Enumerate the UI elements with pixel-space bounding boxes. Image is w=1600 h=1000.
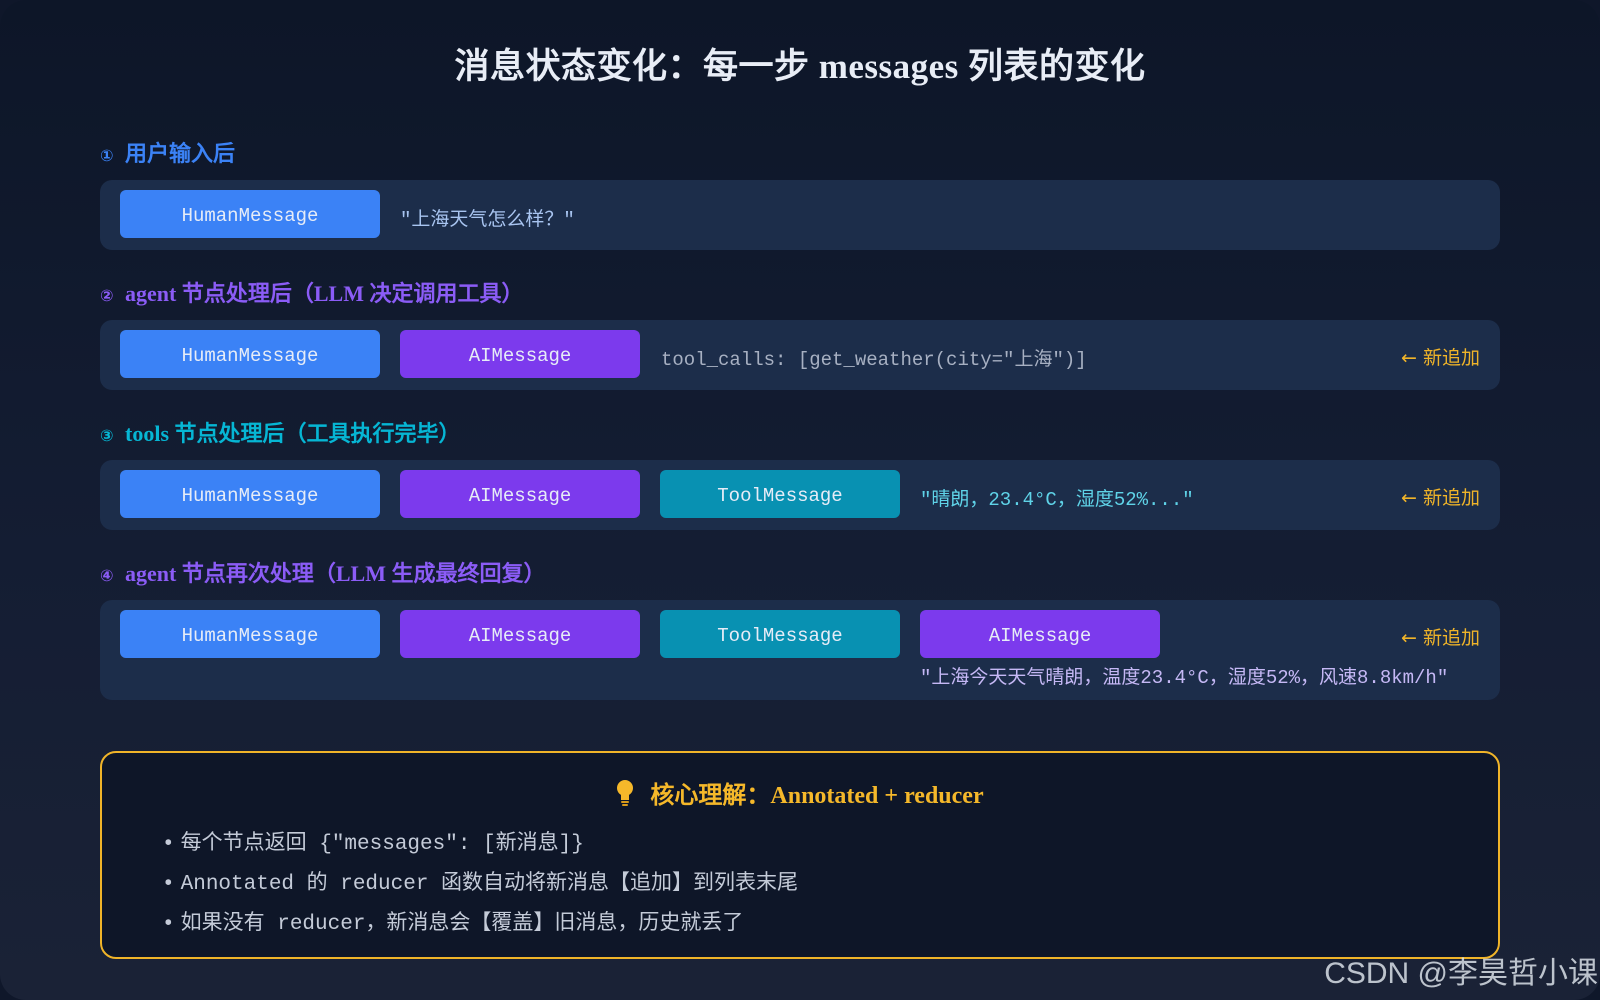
core-bullet-1: • 每个节点返回 {"messages": [新消息]} (162, 833, 584, 856)
step-3-number: ③ (100, 426, 114, 445)
step-1-panel: HumanMessage "上海天气怎么样？" (100, 180, 1500, 250)
core-title: 核心理解：Annotated + reducer (102, 775, 1498, 810)
step-4-note: "上海今天天气晴朗，温度23.4°C，湿度52%，风速8.8km/h" (920, 667, 1449, 689)
step-3-panel: HumanMessage AIMessage ToolMessage "晴朗，2… (100, 460, 1500, 530)
page-title: 消息状态变化：每一步 messages 列表的变化 (454, 47, 1146, 86)
step-2-ai-message-chip: AIMessage (400, 330, 640, 378)
step-3-human-message-chip: HumanMessage (120, 470, 380, 518)
step-1-label: ① 用户输入后 (100, 136, 235, 168)
step-4-title: agent 节点再次处理（LLM 生成最终回复） (125, 561, 546, 586)
core-title-text: 核心理解：Annotated + reducer (650, 783, 984, 809)
step-4-label: ④ agent 节点再次处理（LLM 生成最终回复） (100, 556, 546, 588)
step-4-panel: HumanMessage AIMessage ToolMessage AIMes… (100, 600, 1500, 700)
step-2-human-message-chip: HumanMessage (120, 330, 380, 378)
step-1-title: 用户输入后 (125, 141, 236, 166)
diagram-canvas: 消息状态变化：每一步 messages 列表的变化 ① 用户输入后 HumanM… (0, 0, 1600, 1000)
step-3-ai-message-chip: AIMessage (400, 470, 640, 518)
watermark: CSDN @李昊哲小课 (1324, 957, 1598, 990)
step-2-panel: HumanMessage AIMessage tool_calls: [get_… (100, 320, 1500, 390)
step-3-tool-message-chip: ToolMessage (660, 470, 900, 518)
step-2-label: ② agent 节点处理后（LLM 决定调用工具） (100, 276, 524, 308)
step-3-title: tools 节点处理后（工具执行完毕） (125, 421, 461, 446)
step-3-note: "晴朗，23.4°C，湿度52%..." (920, 489, 1194, 511)
step-2-note: tool_calls: [get_weather(city="上海")] (661, 349, 1087, 371)
core-bullet-list: • 每个节点返回 {"messages": [新消息]} • Annotated 的… (162, 825, 798, 945)
step-3-label: ③ tools 节点处理后（工具执行完毕） (100, 416, 461, 448)
core-understanding-box: 核心理解：Annotated + reducer • 每个节点返回 {"messa… (100, 751, 1500, 959)
step-1-human-message-chip: HumanMessage (120, 190, 380, 238)
step-3-new-tag: ← 新追加 (1401, 487, 1480, 509)
step-4-tool-message-chip: ToolMessage (660, 610, 900, 658)
step-1-number: ① (100, 146, 114, 165)
step-4-new-tag: ← 新追加 (1401, 627, 1480, 649)
step-2-title: agent 节点处理后（LLM 决定调用工具） (125, 281, 524, 306)
lightbulb-icon (616, 779, 634, 807)
step-4-final-ai-message-chip: AIMessage (920, 610, 1160, 658)
step-2-number: ② (100, 286, 114, 305)
step-1-note: "上海天气怎么样？" (400, 209, 575, 231)
step-4-ai-message-chip: AIMessage (400, 610, 640, 658)
step-2-new-tag: ← 新追加 (1401, 347, 1480, 369)
step-4-human-message-chip: HumanMessage (120, 610, 380, 658)
core-bullet-2: • Annotated 的 reducer 函数自动将新消息【追加】到列表末尾 (162, 873, 799, 896)
core-bullet-3: • 如果没有 reducer，新消息会【覆盖】旧消息，历史就丢了 (162, 913, 744, 936)
step-4-number: ④ (100, 566, 114, 585)
